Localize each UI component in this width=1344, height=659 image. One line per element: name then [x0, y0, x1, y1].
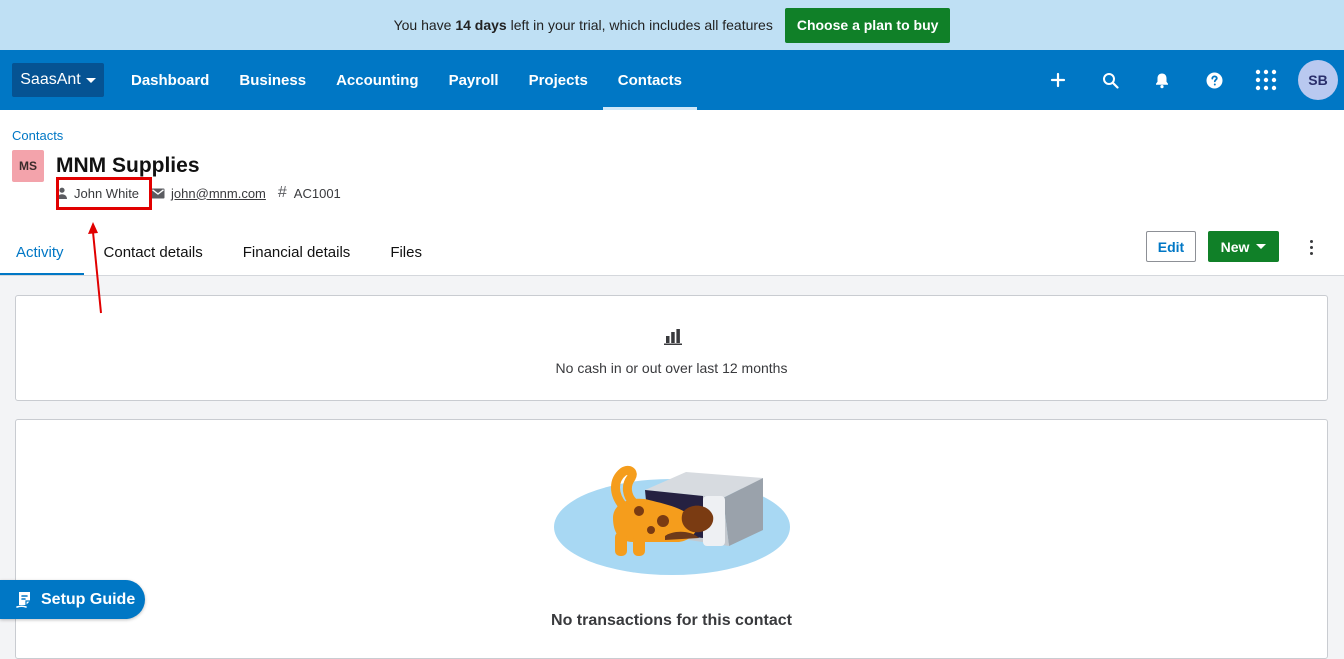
- trial-days: 14 days: [455, 17, 507, 33]
- setup-guide-icon: [16, 591, 30, 608]
- cash-empty-message: No cash in or out over last 12 months: [555, 360, 788, 376]
- chevron-down-icon: [85, 77, 96, 83]
- nav-item-business[interactable]: Business: [224, 50, 321, 110]
- user-avatar[interactable]: SB: [1298, 60, 1338, 100]
- mail-icon: [151, 188, 165, 198]
- nav-icon-group: SB: [1032, 50, 1338, 110]
- tab-contact-details[interactable]: Contact details: [84, 228, 223, 276]
- nav-item-payroll[interactable]: Payroll: [434, 50, 514, 110]
- company-name: SaasAnt: [20, 71, 81, 88]
- edit-button[interactable]: Edit: [1146, 231, 1196, 262]
- account-number: AC1001: [293, 185, 341, 201]
- setup-guide-label: Setup Guide: [41, 590, 136, 608]
- tab-files[interactable]: Files: [370, 228, 442, 276]
- more-options-icon[interactable]: [1302, 235, 1320, 259]
- bar-chart-icon: [664, 329, 682, 345]
- search-icon[interactable]: [1084, 50, 1136, 110]
- apps-grid-icon[interactable]: [1240, 50, 1292, 110]
- choose-plan-button[interactable]: Choose a plan to buy: [784, 7, 951, 43]
- main-nav: Dashboard Business Accounting Payroll Pr…: [116, 50, 698, 110]
- plus-icon[interactable]: [1032, 50, 1084, 110]
- company-switcher-button[interactable]: SaasAnt: [12, 63, 104, 97]
- trial-banner: You have 14 days left in your trial, whi…: [0, 0, 1344, 50]
- setup-guide-button[interactable]: Setup Guide: [0, 580, 145, 619]
- nav-item-projects[interactable]: Projects: [514, 50, 603, 110]
- nav-item-dashboard[interactable]: Dashboard: [116, 50, 224, 110]
- tab-activity[interactable]: Activity: [0, 228, 84, 276]
- annotation-highlight-box: [56, 177, 152, 210]
- breadcrumb-contacts[interactable]: Contacts: [12, 128, 63, 143]
- tabs-divider: [0, 275, 1344, 276]
- contact-email: john@mnm.com: [151, 186, 266, 201]
- contact-account: # AC1001: [278, 184, 341, 202]
- hash-icon: #: [277, 184, 287, 201]
- empty-state-illustration: [554, 465, 790, 575]
- bell-icon[interactable]: [1136, 50, 1188, 110]
- new-button[interactable]: New: [1208, 231, 1279, 262]
- tab-financial-details[interactable]: Financial details: [223, 228, 371, 276]
- top-navbar: SaasAnt Dashboard Business Accounting Pa…: [0, 50, 1344, 110]
- contact-email-link[interactable]: john@mnm.com: [171, 186, 266, 201]
- trial-message: You have 14 days left in your trial, whi…: [393, 17, 773, 33]
- nav-item-contacts[interactable]: Contacts: [602, 50, 698, 110]
- transactions-empty-message: No transactions for this contact: [551, 612, 792, 629]
- chevron-down-icon: [1256, 244, 1267, 249]
- page-title: MNM Supplies: [56, 154, 200, 177]
- cash-summary-card: No cash in or out over last 12 months: [15, 295, 1328, 401]
- help-icon[interactable]: [1188, 50, 1240, 110]
- contact-tabs: Activity Contact details Financial detai…: [0, 228, 442, 276]
- new-button-label: New: [1220, 238, 1250, 255]
- transactions-card: No transactions for this contact: [15, 419, 1328, 659]
- contact-initials-badge: MS: [12, 150, 44, 182]
- nav-item-accounting[interactable]: Accounting: [321, 50, 434, 110]
- contact-header: Contacts MS MNM Supplies John White john…: [0, 110, 1344, 276]
